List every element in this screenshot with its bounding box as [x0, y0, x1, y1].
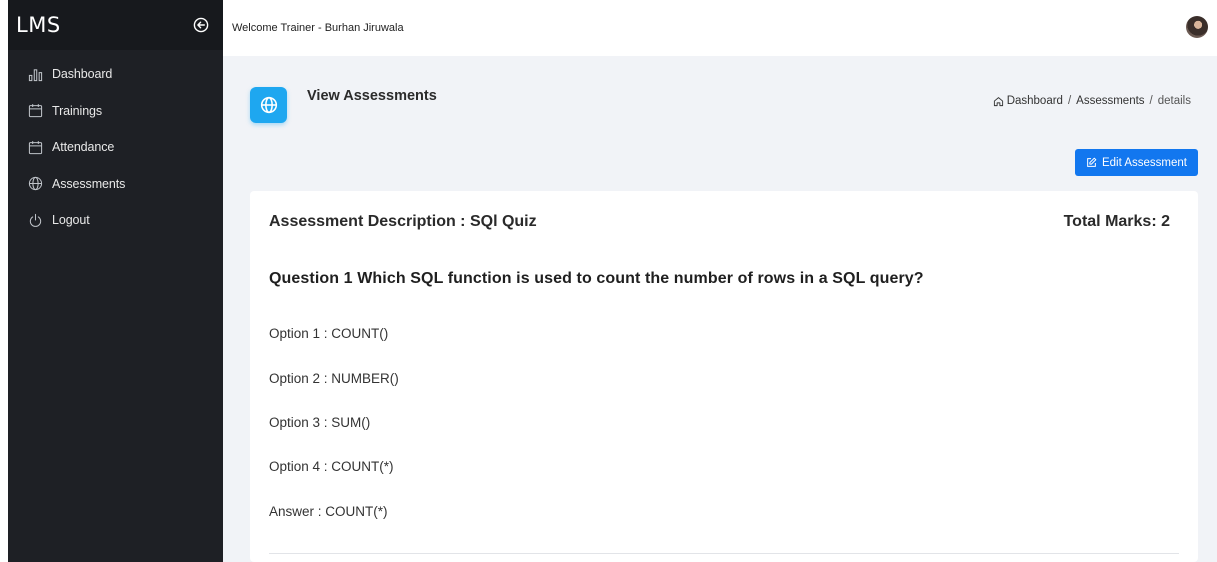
sidebar-item-attendance[interactable]: Attendance: [8, 129, 223, 166]
collapse-sidebar-icon[interactable]: [193, 17, 209, 33]
globe-icon: [250, 87, 287, 123]
sidebar-item-label: Assessments: [52, 176, 126, 191]
edit-assessment-label: Edit Assessment: [1101, 156, 1187, 169]
divider: [269, 553, 1179, 554]
option-2: Option 2 : NUMBER(): [269, 371, 399, 386]
sidebar-item-assessments[interactable]: Assessments: [8, 166, 223, 203]
breadcrumb-home-label: Dashboard: [1006, 95, 1063, 107]
option-3: Option 3 : SUM(): [269, 415, 371, 430]
breadcrumb-assessments[interactable]: Assessments: [1076, 95, 1144, 107]
page-title: View Assessments: [307, 88, 437, 104]
edit-icon: [1087, 157, 1097, 167]
answer-text: Answer : COUNT(*): [269, 504, 388, 519]
app-logo[interactable]: LMS: [16, 13, 61, 37]
assessment-description: Assessment Description : SQl Quiz: [269, 213, 537, 230]
breadcrumb-current: details: [1157, 95, 1191, 107]
sidebar-item-label: Attendance: [52, 140, 115, 155]
breadcrumb-separator: /: [1067, 95, 1072, 107]
breadcrumb-home[interactable]: Dashboard: [993, 95, 1063, 107]
calendar-icon: [28, 140, 43, 154]
sidebar-nav: Dashboard Trainings Attendance Assessmen…: [8, 50, 223, 239]
sidebar-item-label: Dashboard: [52, 67, 113, 82]
breadcrumb-separator: /: [1149, 95, 1153, 107]
sidebar: LMS Dashboard Trainings Attendance Asses…: [8, 0, 223, 562]
sidebar-item-label: Trainings: [52, 103, 103, 118]
total-marks: Total Marks: 2: [1063, 213, 1170, 230]
assessment-card: Assessment Description : SQl Quiz Total …: [250, 191, 1198, 562]
sidebar-item-trainings[interactable]: Trainings: [8, 93, 223, 130]
avatar[interactable]: [1186, 16, 1208, 38]
sidebar-item-dashboard[interactable]: Dashboard: [8, 56, 223, 93]
option-1: Option 1 : COUNT(): [269, 326, 389, 341]
globe-icon: [28, 177, 43, 191]
edit-assessment-button[interactable]: Edit Assessment: [1074, 149, 1198, 176]
option-4: Option 4 : COUNT(*): [269, 459, 394, 474]
breadcrumb: Dashboard / Assessments / details: [993, 95, 1191, 107]
bar-chart-icon: [28, 69, 43, 81]
question-text: Question 1 Which SQL function is used to…: [269, 270, 924, 287]
welcome-text: Welcome Trainer - Burhan Jiruwala: [232, 22, 404, 34]
home-icon: [993, 96, 1003, 106]
main-content: View Assessments Dashboard / Assessments…: [223, 56, 1217, 562]
sidebar-item-label: Logout: [52, 213, 90, 228]
sidebar-item-logout[interactable]: Logout: [8, 202, 223, 239]
top-bar: Welcome Trainer - Burhan Jiruwala: [223, 0, 1217, 56]
calendar-icon: [28, 104, 43, 118]
power-icon: [29, 213, 42, 227]
sidebar-brand: LMS: [8, 0, 223, 50]
